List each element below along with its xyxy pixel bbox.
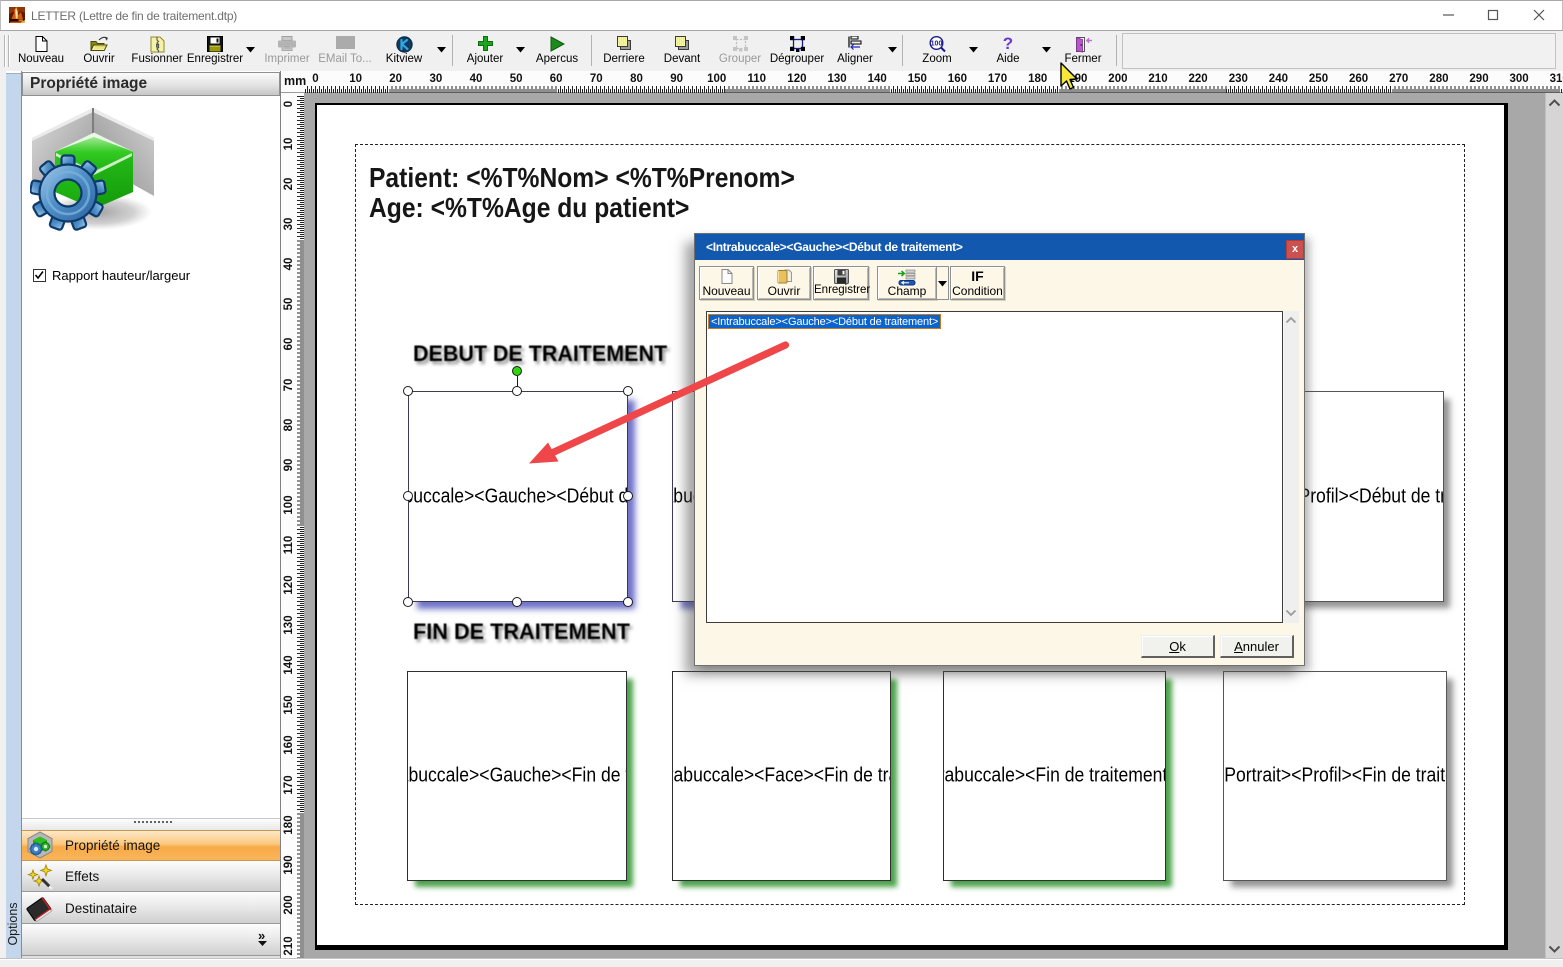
svg-text:100: 100 [930,41,942,48]
